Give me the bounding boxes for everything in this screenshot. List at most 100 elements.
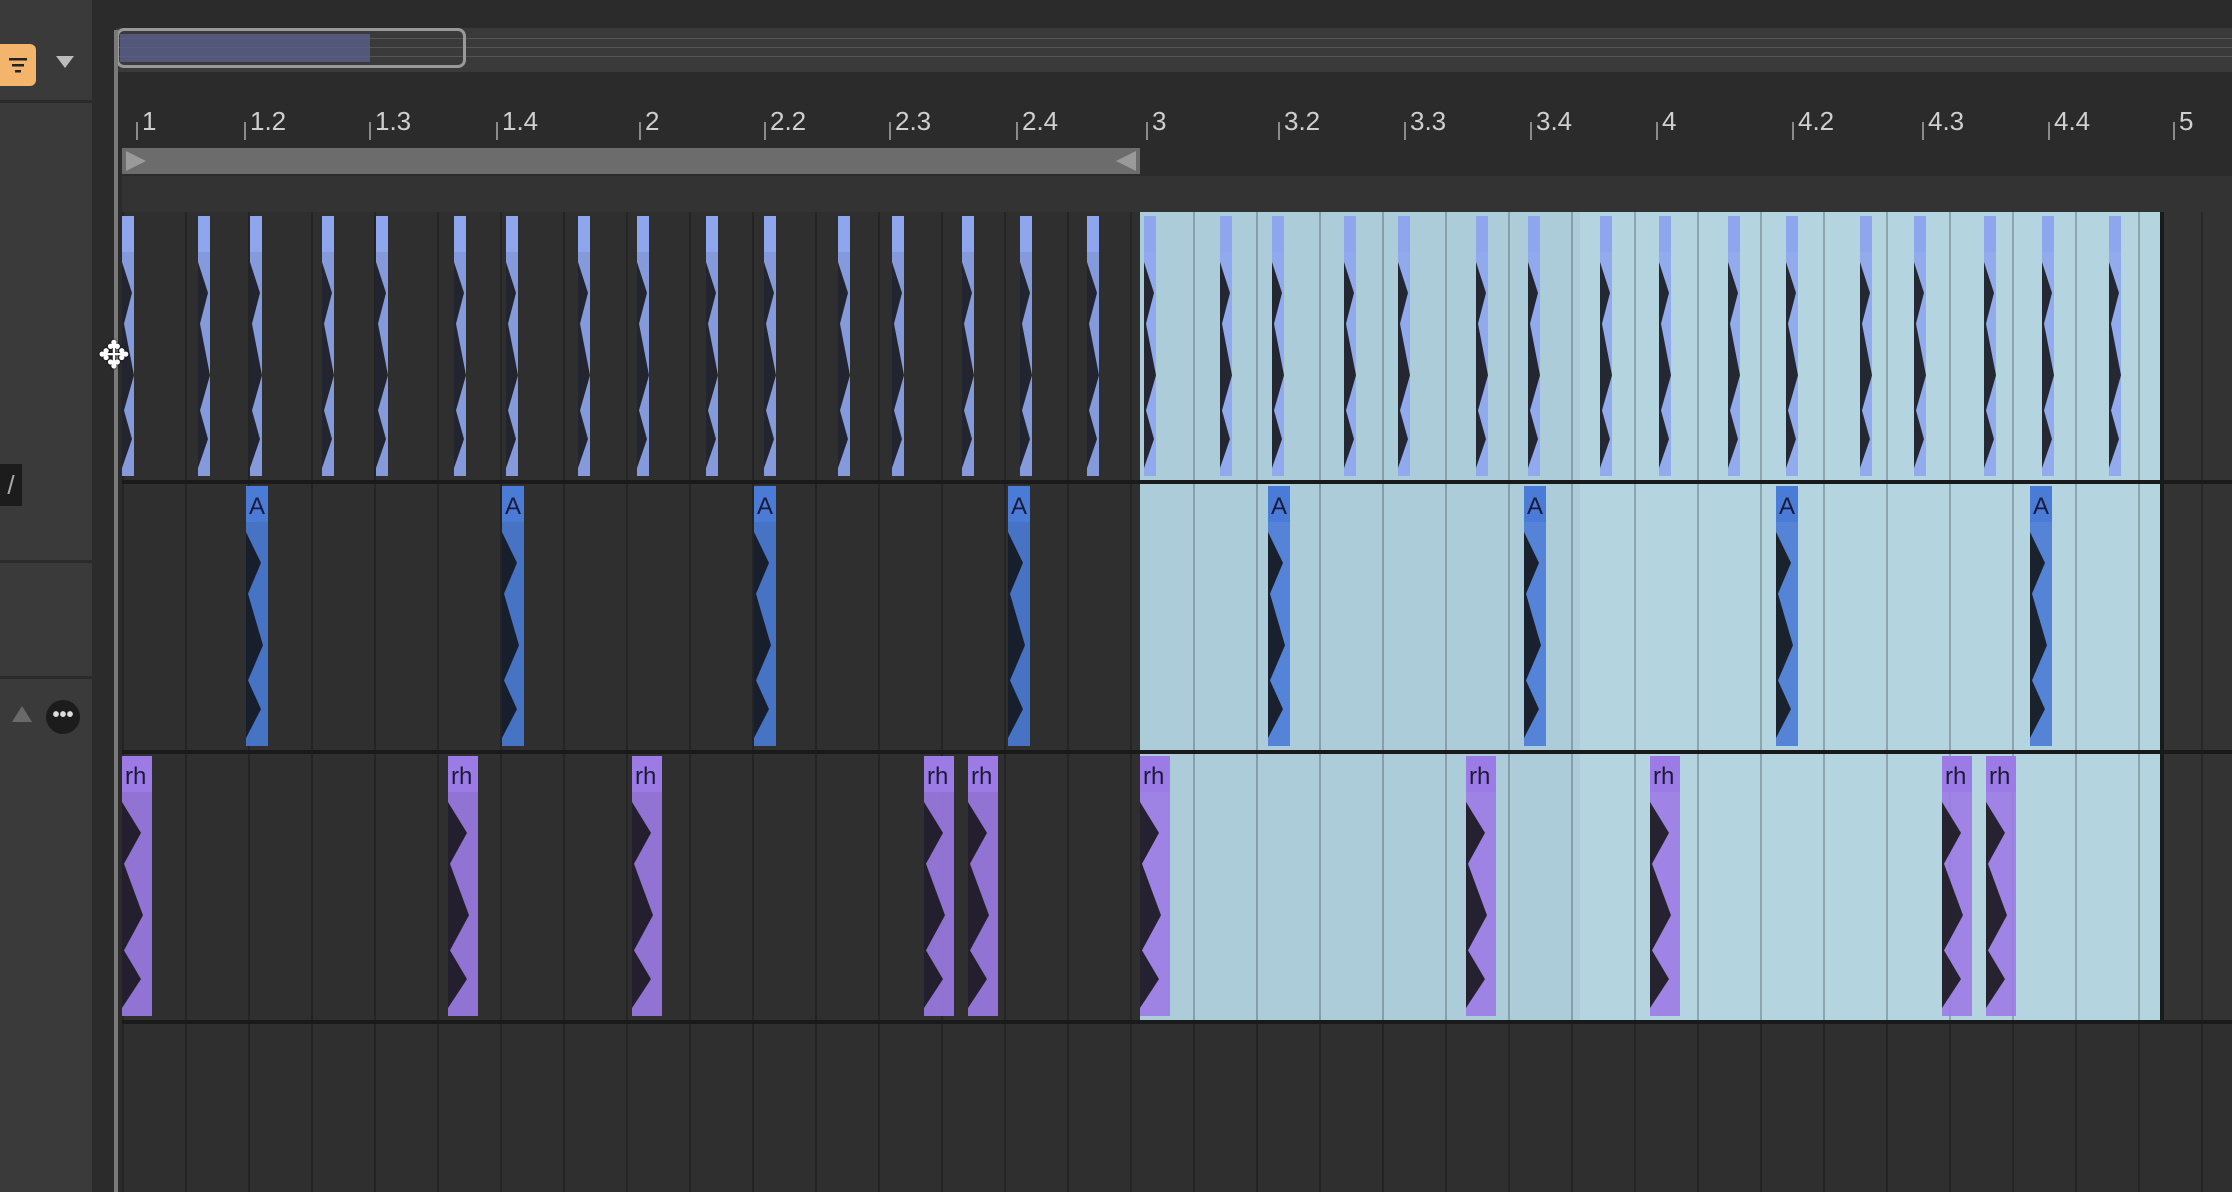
clip-header (1600, 216, 1612, 252)
grid-line (1886, 212, 1888, 1192)
clip-header (962, 216, 974, 252)
clip-label: rh (125, 763, 146, 790)
clip-label: rh (1945, 763, 1966, 790)
loop-end-marker[interactable] (1116, 151, 1136, 171)
grid-line (941, 212, 943, 1192)
grid-line (1697, 212, 1699, 1192)
hihat-track-clip[interactable] (838, 216, 850, 476)
loop-brace[interactable] (122, 148, 1140, 174)
clip-header (1860, 216, 1872, 252)
clap-track-clip[interactable]: A (1776, 486, 1798, 746)
hihat-track-clip[interactable] (376, 216, 388, 476)
clip-label: A (1779, 493, 1795, 520)
clip-label: rh (927, 763, 948, 790)
hihat-track-clip[interactable] (962, 216, 974, 476)
rh-track-clip[interactable]: rh (968, 756, 998, 1016)
rh-track-clip[interactable]: rh (1986, 756, 2016, 1016)
hihat-track-clip[interactable] (322, 216, 334, 476)
hihat-track-clip[interactable] (1914, 216, 1926, 476)
time-selection-shade (1140, 212, 1580, 1020)
clip-header (1984, 216, 1996, 252)
ruler-label: 1.3 (375, 106, 412, 136)
ruler-tick (1792, 122, 1794, 140)
ruler-label: 4.2 (1798, 106, 1835, 136)
hihat-track-clip[interactable] (506, 216, 518, 476)
hihat-track-clip[interactable] (1087, 216, 1099, 476)
arrangement-canvas[interactable]: A A A A A A A Arh rh rh rh rh rh rh rh rh rh (122, 212, 2232, 1192)
hihat-track-clip[interactable] (1020, 216, 1032, 476)
ruler-label: 3.2 (1284, 106, 1321, 136)
clip-label: rh (1469, 763, 1490, 790)
grid-line (2012, 212, 2014, 1192)
clip-header (250, 216, 262, 252)
rh-track-clip[interactable]: rh (1650, 756, 1680, 1016)
rh-track-clip[interactable]: rh (924, 756, 954, 1016)
hihat-track-clip[interactable] (2109, 216, 2121, 476)
ruler-label: 3.4 (1536, 106, 1573, 136)
hihat-track-clip[interactable] (1728, 216, 1740, 476)
ruler-label: 2.2 (770, 106, 807, 136)
rh-track-clip[interactable]: rh (122, 756, 152, 1016)
filter-button[interactable] (0, 44, 36, 86)
clip-label: rh (1143, 763, 1164, 790)
clip-header (122, 216, 134, 252)
rh-track-clip[interactable]: rh (1942, 756, 1972, 1016)
hihat-track-clip[interactable] (1220, 216, 1232, 476)
clap-track-clip[interactable]: A (1008, 486, 1030, 746)
clip-header (1786, 216, 1798, 252)
grid-line (1004, 212, 1006, 1192)
hihat-track-clip[interactable] (1398, 216, 1410, 476)
beat-ruler[interactable]: 1 1.2 1.3 1.4 2 2.2 2.3 2.4 3 3.2 3.3 3.4 4 4.2 4.3 4.4… (92, 100, 2232, 148)
hihat-track-clip[interactable] (578, 216, 590, 476)
clap-track-clip[interactable]: A (246, 486, 268, 746)
hihat-track-clip[interactable] (1344, 216, 1356, 476)
grid-line (2075, 212, 2077, 1192)
hihat-track-clip[interactable] (1476, 216, 1488, 476)
clap-track-clip[interactable]: A (2030, 486, 2052, 746)
hihat-track-clip[interactable] (198, 216, 210, 476)
locator-lane[interactable] (122, 176, 2232, 212)
hihat-track-clip[interactable] (454, 216, 466, 476)
hihat-track-clip[interactable] (1528, 216, 1540, 476)
fold-up-icon[interactable] (12, 706, 32, 722)
ruler-tick (1404, 122, 1406, 140)
hihat-track-clip[interactable] (764, 216, 776, 476)
overview-bar[interactable] (116, 28, 2232, 72)
clap-track-clip[interactable]: A (1524, 486, 1546, 746)
rh-track-clip[interactable]: rh (1466, 756, 1496, 1016)
hihat-track-clip[interactable] (1860, 216, 1872, 476)
hihat-track-clip[interactable] (1272, 216, 1284, 476)
chevron-down-icon[interactable] (56, 56, 74, 68)
hihat-track-clip[interactable] (637, 216, 649, 476)
rh-track-clip[interactable]: rh (448, 756, 478, 1016)
hihat-track-clip[interactable] (2042, 216, 2054, 476)
hihat-track-clip[interactable] (706, 216, 718, 476)
ruler-tick (1922, 122, 1924, 140)
rh-track-clip[interactable]: rh (1140, 756, 1170, 1016)
more-icon[interactable]: ••• (46, 700, 80, 734)
hihat-track-clip[interactable] (1659, 216, 1671, 476)
hihat-track-clip[interactable] (892, 216, 904, 476)
hihat-track-clip[interactable] (1144, 216, 1156, 476)
ruler-tick (369, 122, 371, 140)
clip-header (1528, 216, 1540, 252)
clip-header (322, 216, 334, 252)
clap-track-clip[interactable]: A (754, 486, 776, 746)
left-panel: / ••• (0, 0, 92, 1192)
hihat-track-clip[interactable] (1786, 216, 1798, 476)
rh-track-clip[interactable]: rh (632, 756, 662, 1016)
grid-line (815, 212, 817, 1192)
clap-track-clip[interactable]: A (1268, 486, 1290, 746)
grid-line (1760, 212, 1762, 1192)
hihat-track-clip[interactable] (250, 216, 262, 476)
ruler-tick (639, 122, 641, 140)
grid-line (374, 212, 376, 1192)
overview-window[interactable] (116, 28, 466, 68)
loop-start-marker[interactable] (126, 151, 146, 171)
hihat-track-clip[interactable] (1600, 216, 1612, 476)
clap-track-clip[interactable]: A (502, 486, 524, 746)
hihat-track-clip[interactable] (1984, 216, 1996, 476)
clip-header (1220, 216, 1232, 252)
arrangement-view[interactable]: A A A A A A A Arh rh rh rh rh rh rh rh rh rh (122, 212, 2232, 1192)
grid-line (1823, 212, 1825, 1192)
